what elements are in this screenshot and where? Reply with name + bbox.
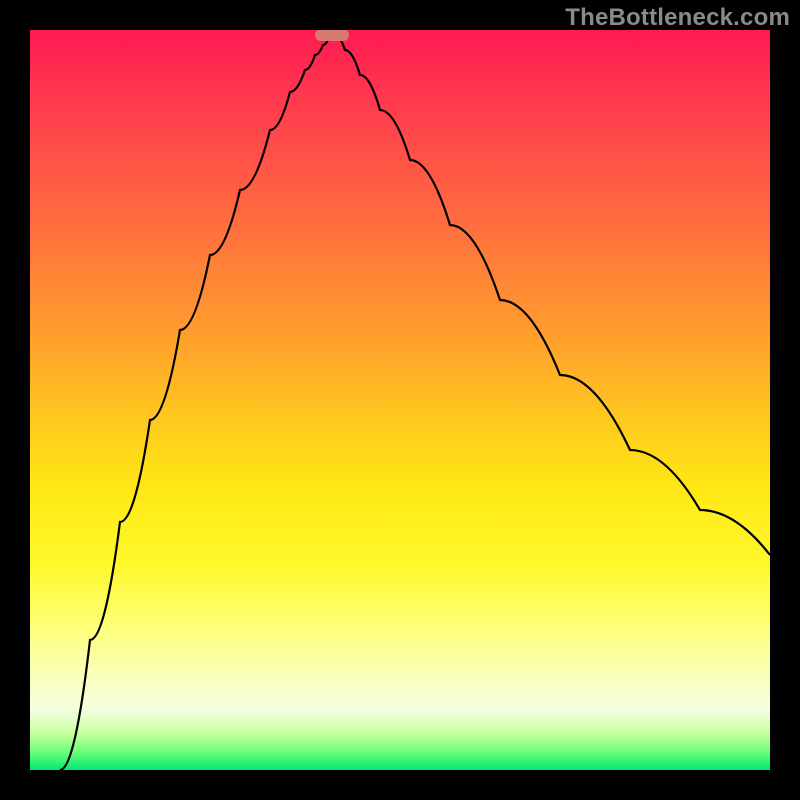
bottleneck-marker xyxy=(315,30,349,41)
curve-right-branch xyxy=(335,35,770,555)
chart-curve-svg xyxy=(30,30,770,770)
chart-plot-area xyxy=(30,30,770,770)
watermark-text: TheBottleneck.com xyxy=(565,4,790,32)
curve-left-branch xyxy=(60,35,330,770)
